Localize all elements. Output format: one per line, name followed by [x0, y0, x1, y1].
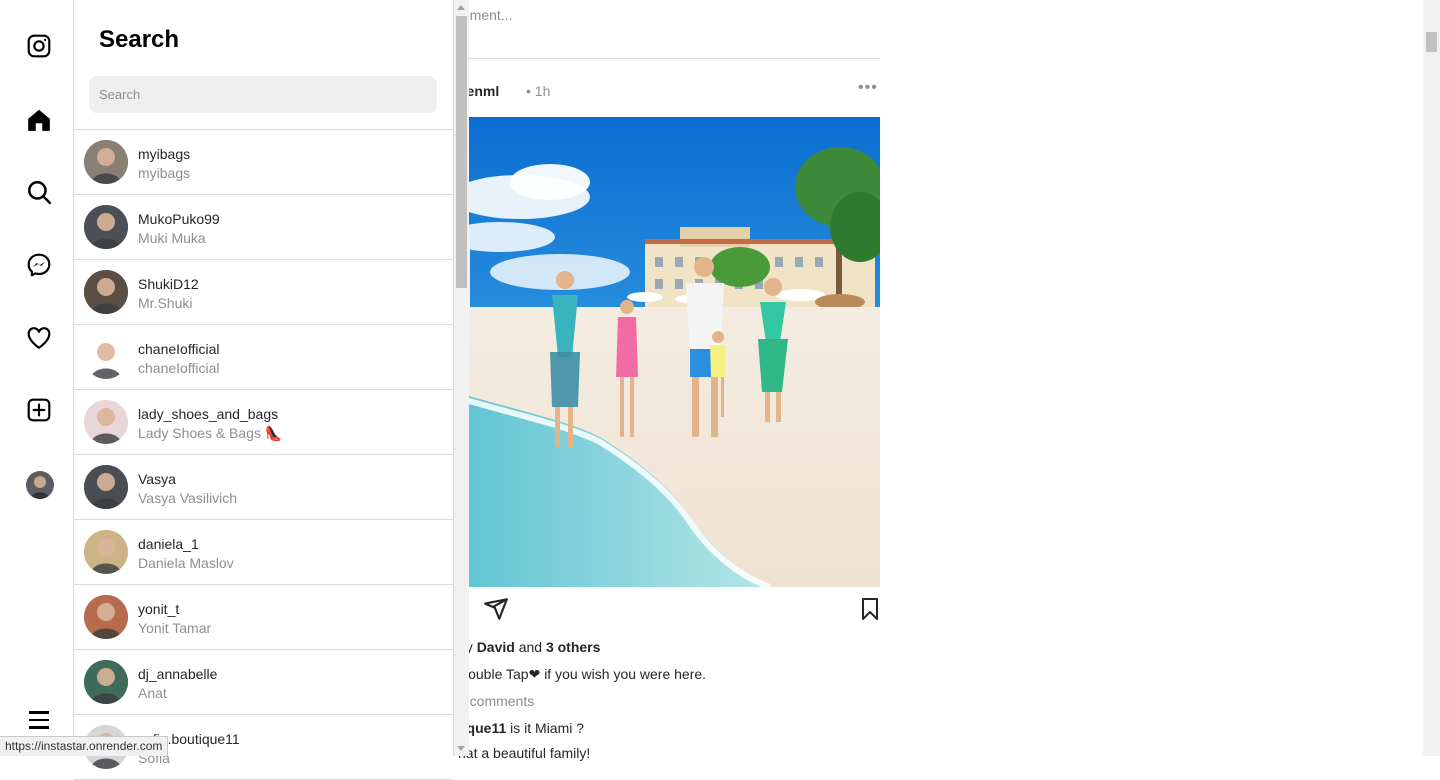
comment: tique11 is it Miami ?	[458, 720, 584, 736]
home-icon[interactable]	[25, 106, 53, 134]
result-fullname: chaneIofficial	[138, 360, 220, 376]
result-username: lady_shoes_and_bags	[138, 406, 279, 422]
more-options-icon[interactable]: •••	[858, 79, 878, 97]
page-scrollbar[interactable]	[1423, 0, 1440, 756]
result-fullname: myibags	[138, 165, 191, 181]
comment-text: is it Miami ?	[510, 720, 585, 736]
search-result[interactable]: daniela_1 Daniela Maslov	[74, 520, 453, 585]
page-scrollbar-thumb[interactable]	[1426, 32, 1437, 52]
post-actions	[440, 595, 880, 625]
feed-post: mment... nenml • 1h ••• David and 3 othe…	[440, 0, 880, 761]
search-results: myibags myibags MukoPuko99 Muki Muka ShukiD1…	[74, 129, 453, 780]
avatar	[84, 400, 128, 444]
liked-by-others[interactable]: 3 others	[546, 639, 600, 655]
search-result[interactable]: chaneIofficial chaneIofficial	[74, 325, 453, 390]
likes-and: and	[518, 639, 543, 655]
avatar	[84, 530, 128, 574]
search-result[interactable]: lady_shoes_and_bags Lady Shoes & Bags 👠	[74, 390, 453, 455]
search-icon[interactable]	[25, 178, 53, 206]
menu-icon[interactable]	[29, 711, 49, 729]
avatar	[84, 140, 128, 184]
avatar	[84, 660, 128, 704]
status-url: https://instastar.onrender.com	[0, 736, 169, 756]
messenger-icon[interactable]	[25, 251, 53, 279]
search-result[interactable]: MukoPuko99 Muki Muka	[74, 195, 453, 260]
result-username: ShukiD12	[138, 276, 199, 292]
search-input[interactable]	[89, 76, 437, 113]
create-icon[interactable]	[25, 396, 53, 424]
scrollbar-thumb[interactable]	[456, 16, 467, 288]
search-result[interactable]: dj_annabelle Anat	[74, 650, 453, 715]
result-fullname: Vasya Vasilivich	[138, 490, 238, 506]
result-fullname: Muki Muka	[138, 230, 206, 246]
panel-scrollbar[interactable]	[454, 0, 469, 756]
search-result[interactable]: myibags myibags	[74, 130, 453, 195]
result-username: daniela_1	[138, 536, 199, 552]
heart-icon[interactable]	[25, 324, 53, 352]
avatar	[84, 270, 128, 314]
avatar	[84, 595, 128, 639]
scroll-down-arrow[interactable]	[457, 746, 465, 751]
result-username: myibags	[138, 146, 191, 162]
profile-avatar[interactable]	[26, 471, 54, 499]
comment-text-2: hat a beautiful family!	[458, 745, 591, 761]
result-fullname: Daniela Maslov	[138, 555, 234, 571]
result-username: Vasya	[138, 471, 176, 487]
result-username: MukoPuko99	[138, 211, 220, 227]
search-result[interactable]: Vasya Vasya Vasilivich	[74, 455, 453, 520]
liked-by-user[interactable]: David	[477, 639, 515, 655]
result-username: chaneIofficial	[138, 341, 220, 357]
result-username: yonit_t	[138, 601, 180, 617]
result-fullname: Yonit Tamar	[138, 620, 212, 636]
avatar	[84, 335, 128, 379]
view-comments-link[interactable]: 3 comments	[458, 693, 534, 709]
avatar	[84, 465, 128, 509]
post-divider	[440, 58, 880, 59]
save-icon[interactable]	[858, 596, 882, 622]
nav-rail	[0, 0, 74, 756]
share-icon[interactable]	[483, 596, 509, 622]
result-fullname: Mr.Shuki	[138, 295, 193, 311]
search-result[interactable]: yonit_t Yonit Tamar	[74, 585, 453, 650]
avatar	[84, 205, 128, 249]
likes-line: by David and 3 others	[458, 639, 600, 655]
post-time: • 1h	[526, 83, 551, 99]
result-username: dj_annabelle	[138, 666, 218, 682]
search-result[interactable]: ShukiD12 Mr.Shuki	[74, 260, 453, 325]
result-fullname: Anat	[138, 685, 167, 701]
search-title: Search	[99, 26, 180, 53]
post-image[interactable]	[440, 117, 880, 587]
post-caption: Double Tap❤ if you wish you were here.	[458, 666, 707, 682]
scroll-up-arrow[interactable]	[457, 5, 465, 10]
result-fullname: Lady Shoes & Bags 👠	[138, 425, 283, 441]
search-panel: Search myibags myibags MukoPuko99 Muki Muka…	[74, 0, 454, 780]
instagram-logo-icon[interactable]	[25, 32, 53, 60]
